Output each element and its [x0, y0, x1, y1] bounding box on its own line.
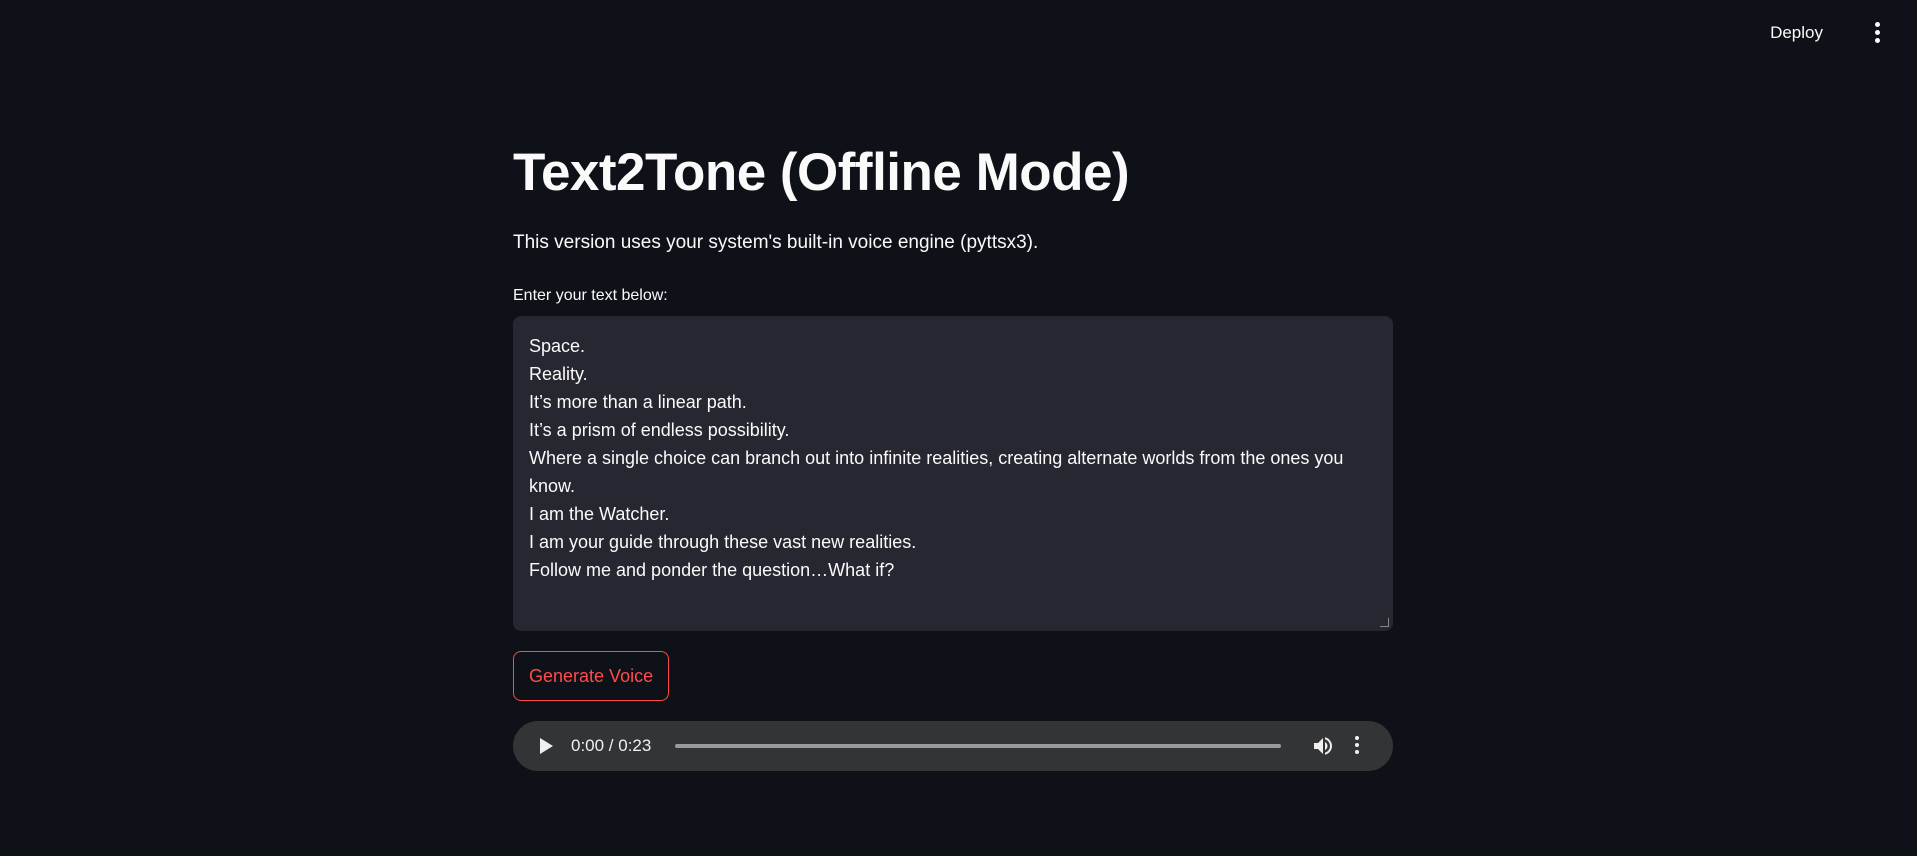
text-line: Reality. [529, 364, 588, 384]
text-line: Follow me and ponder the question…What i… [529, 560, 895, 580]
audio-seek-bar[interactable] [675, 744, 1281, 748]
menu-dot [1874, 30, 1880, 35]
text-line: Space. [529, 336, 586, 356]
main-content: Text2Tone (Offline Mode) This version us… [513, 138, 1393, 771]
text-line: I am your guide through these vast new r… [529, 532, 917, 552]
play-icon[interactable] [540, 738, 553, 754]
resize-handle-icon[interactable] [1380, 618, 1389, 627]
menu-dot [1355, 743, 1359, 747]
text-line: Where a single choice can branch out int… [529, 448, 1349, 496]
menu-dot [1355, 750, 1359, 754]
menu-dot [1874, 38, 1880, 43]
text-line: It’s more than a linear path. [529, 392, 747, 412]
text-input-label: Enter your text below: [513, 287, 668, 304]
deploy-button[interactable]: Deploy [1770, 20, 1823, 46]
generate-voice-button[interactable]: Generate Voice [513, 651, 670, 701]
audio-player: 0:00 / 0:23 [513, 721, 1393, 771]
audio-time-display: 0:00 / 0:23 [571, 736, 652, 755]
audio-options-icon[interactable] [1354, 736, 1360, 758]
text-line: I am the Watcher. [529, 504, 670, 524]
text-line: It’s a prism of endless possibility. [529, 420, 790, 440]
volume-icon[interactable] [1311, 734, 1335, 758]
page-subtitle: This version uses your system's built-in… [513, 232, 1039, 253]
text-input-area[interactable]: Space. Reality. It’s more than a linear pa… [513, 316, 1393, 631]
menu-dot [1874, 22, 1880, 27]
main-menu-icon[interactable] [1867, 22, 1887, 44]
page-title: Text2Tone (Offline Mode) [513, 143, 1130, 202]
menu-dot [1355, 736, 1359, 740]
top-header: Deploy [0, 0, 1917, 64]
